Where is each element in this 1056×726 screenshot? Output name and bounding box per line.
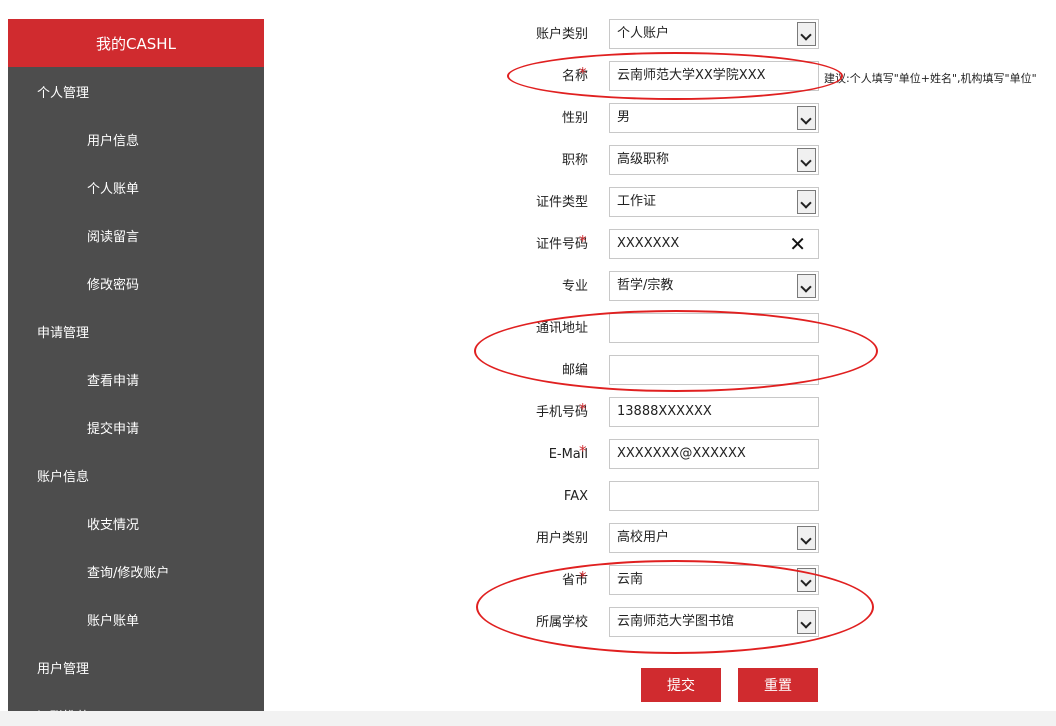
address-input[interactable] xyxy=(609,313,819,343)
chevron-down-icon[interactable] xyxy=(797,274,816,298)
name-value: 云南师范大学XX学院XXX xyxy=(617,68,766,83)
email-input[interactable]: XXXXXXX@XXXXXX xyxy=(609,439,819,469)
title-label: 职称 xyxy=(561,153,588,168)
required-marker: * xyxy=(579,568,587,586)
fax-input[interactable] xyxy=(609,481,819,511)
gender-label: 性别 xyxy=(561,111,588,126)
sidebar-item-request-management[interactable]: 申请管理 xyxy=(8,307,264,355)
sidebar: 我的CASHL 个人管理 用户信息 个人账单 阅读留言 修改密码 申请管理 查看… xyxy=(8,19,264,711)
address-label: 通讯地址 xyxy=(535,321,588,336)
sidebar-item-change-password[interactable]: 修改密码 xyxy=(8,259,264,307)
id-type-select[interactable]: 工作证 xyxy=(609,187,819,217)
email-value: XXXXXXX@XXXXXX xyxy=(617,446,746,461)
sidebar-item-account-bill[interactable]: 账户账单 xyxy=(8,595,264,643)
school-value: 云南师范大学图书馆 xyxy=(617,614,735,629)
name-input[interactable]: 云南师范大学XX学院XXX xyxy=(609,61,819,91)
required-marker: * xyxy=(579,64,587,82)
account-type-label: 账户类别 xyxy=(535,27,588,42)
sidebar-item-personal-bill[interactable]: 个人账单 xyxy=(8,163,264,211)
gender-row: 性别 男 xyxy=(470,103,830,135)
mobile-value: 13888XXXXXX xyxy=(617,404,712,419)
major-value: 哲学/宗教 xyxy=(617,278,674,293)
clear-icon[interactable]: ✕ xyxy=(789,233,806,255)
required-marker: * xyxy=(579,400,587,418)
major-select[interactable]: 哲学/宗教 xyxy=(609,271,819,301)
chevron-down-icon[interactable] xyxy=(797,526,816,550)
user-type-value: 高校用户 xyxy=(617,530,670,545)
id-type-label: 证件类型 xyxy=(535,195,588,210)
chevron-down-icon[interactable] xyxy=(797,106,816,130)
mobile-input[interactable]: 13888XXXXXX xyxy=(609,397,819,427)
required-marker: * xyxy=(579,232,587,250)
id-number-input[interactable]: XXXXXXX ✕ xyxy=(609,229,819,259)
email-row: E-Mail * XXXXXXX@XXXXXX xyxy=(470,439,830,471)
account-type-select[interactable]: 个人账户 xyxy=(609,19,819,49)
sidebar-item-submit-request[interactable]: 提交申请 xyxy=(8,403,264,451)
major-label: 专业 xyxy=(561,279,588,294)
user-type-select[interactable]: 高校用户 xyxy=(609,523,819,553)
id-number-value: XXXXXXX xyxy=(617,236,680,251)
major-row: 专业 哲学/宗教 xyxy=(470,271,830,303)
user-type-row: 用户类别 高校用户 xyxy=(470,523,830,555)
school-label: 所属学校 xyxy=(535,615,588,630)
fax-label: FAX xyxy=(563,489,588,504)
school-row: 所属学校 云南师范大学图书馆 xyxy=(470,607,830,639)
sidebar-item-query-modify-account[interactable]: 查询/修改账户 xyxy=(8,547,264,595)
sidebar-item-view-requests[interactable]: 查看申请 xyxy=(8,355,264,403)
fax-row: FAX xyxy=(470,481,830,513)
postcode-input[interactable] xyxy=(609,355,819,385)
reset-button[interactable]: 重置 xyxy=(738,668,818,702)
province-row: 省市 * 云南 xyxy=(470,565,830,597)
sidebar-item-income-expense[interactable]: 收支情况 xyxy=(8,499,264,547)
id-type-value: 工作证 xyxy=(617,194,657,209)
title-row: 职称 高级职称 xyxy=(470,145,830,177)
name-row: 名称 * 云南师范大学XX学院XXX xyxy=(470,61,830,93)
account-type-value: 个人账户 xyxy=(617,26,670,41)
id-type-row: 证件类型 工作证 xyxy=(470,187,830,219)
address-row: 通讯地址 xyxy=(470,313,830,345)
title-value: 高级职称 xyxy=(617,152,670,167)
id-number-row: 证件号码 * XXXXXXX ✕ xyxy=(470,229,830,261)
bottom-strip xyxy=(0,711,1056,726)
name-hint: 建议:个人填写"单位+姓名",机构填写"单位" xyxy=(824,72,1037,85)
chevron-down-icon[interactable] xyxy=(797,568,816,592)
sidebar-item-user-management[interactable]: 用户管理 xyxy=(8,643,264,691)
title-select[interactable]: 高级职称 xyxy=(609,145,819,175)
required-marker: * xyxy=(579,442,587,460)
sidebar-item-account-info[interactable]: 账户信息 xyxy=(8,451,264,499)
account-type-row: 账户类别 个人账户 xyxy=(470,19,830,51)
postcode-label: 邮编 xyxy=(561,363,588,378)
sidebar-item-user-info[interactable]: 用户信息 xyxy=(8,115,264,163)
user-type-label: 用户类别 xyxy=(535,531,588,546)
sidebar-item-recommendation[interactable]: 证联推荐 xyxy=(8,691,264,712)
chevron-down-icon[interactable] xyxy=(797,148,816,172)
chevron-down-icon[interactable] xyxy=(797,190,816,214)
gender-select[interactable]: 男 xyxy=(609,103,819,133)
chevron-down-icon[interactable] xyxy=(797,610,816,634)
postcode-row: 邮编 xyxy=(470,355,830,387)
sidebar-item-personal-management[interactable]: 个人管理 xyxy=(8,67,264,115)
mobile-row: 手机号码 * 13888XXXXXX xyxy=(470,397,830,429)
chevron-down-icon[interactable] xyxy=(797,22,816,46)
sidebar-title[interactable]: 我的CASHL xyxy=(8,19,264,67)
province-select[interactable]: 云南 xyxy=(609,565,819,595)
gender-value: 男 xyxy=(617,110,631,125)
sidebar-item-read-messages[interactable]: 阅读留言 xyxy=(8,211,264,259)
province-value: 云南 xyxy=(617,572,644,587)
submit-button[interactable]: 提交 xyxy=(641,668,721,702)
school-select[interactable]: 云南师范大学图书馆 xyxy=(609,607,819,637)
